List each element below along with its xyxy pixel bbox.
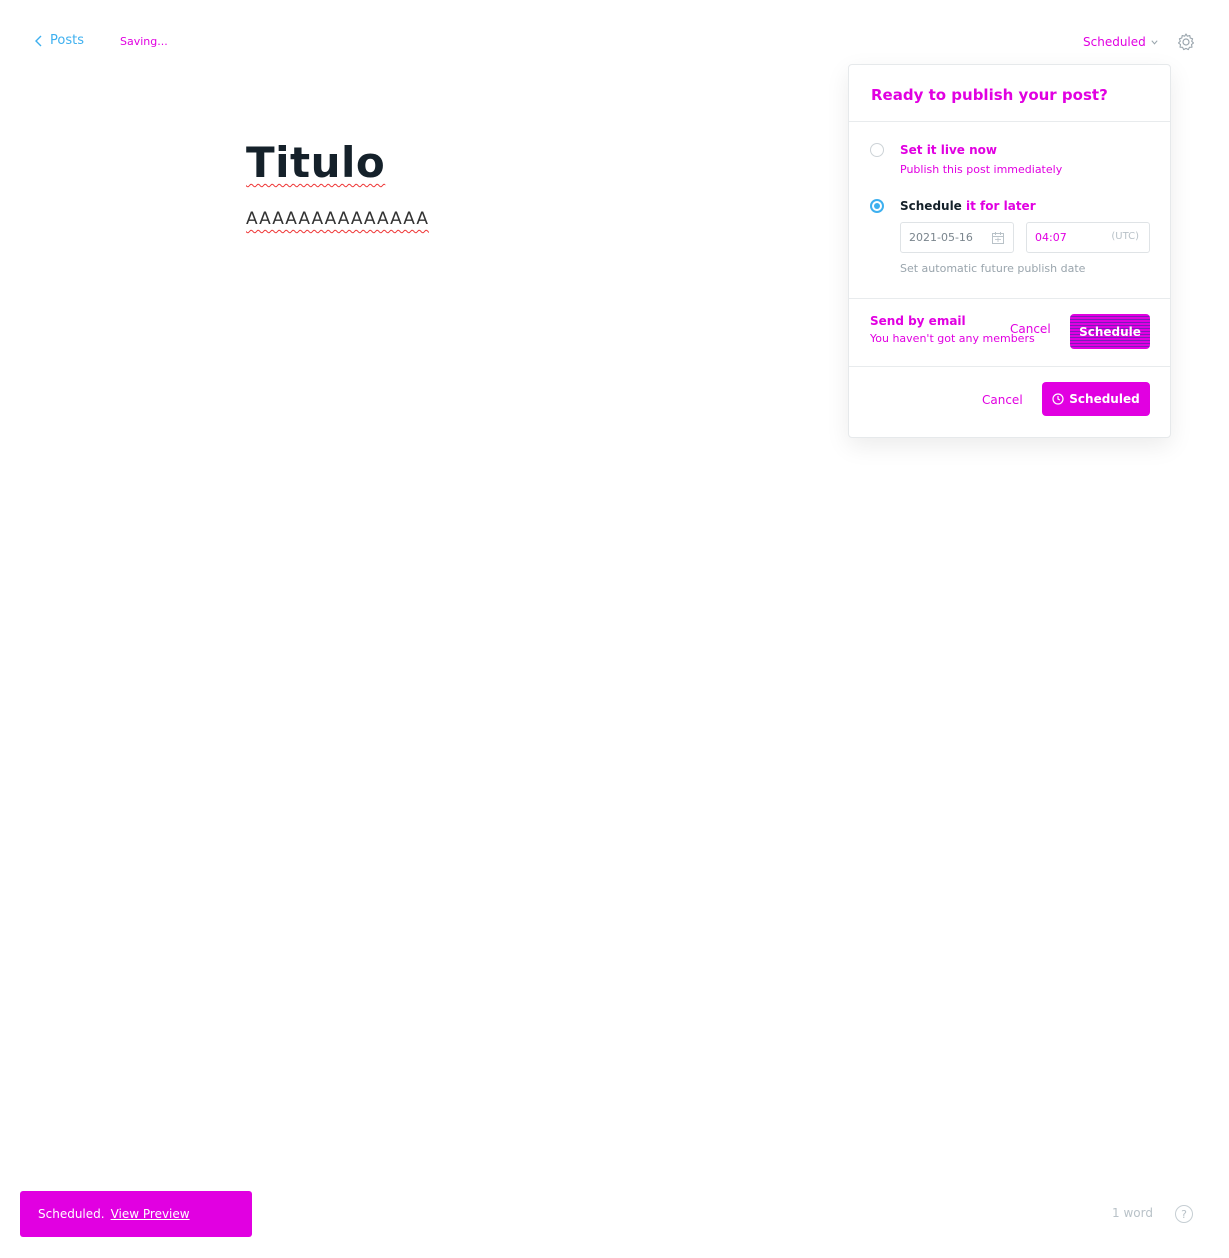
scheduled-notification: Scheduled. View Preview: [20, 1191, 252, 1237]
scheduled-button[interactable]: Scheduled: [1042, 382, 1150, 416]
post-body[interactable]: AAAAAAAAAAAAAA: [246, 209, 806, 229]
radio-schedule[interactable]: [870, 199, 884, 213]
word-count: 1 word: [1112, 1206, 1153, 1220]
calendar-icon[interactable]: [991, 231, 1005, 245]
settings-button[interactable]: [1176, 32, 1196, 52]
chevron-down-icon: [1151, 39, 1158, 45]
back-link-label: Posts: [50, 33, 84, 48]
editor-canvas[interactable]: Titulo AAAAAAAAAAAAAA: [246, 138, 806, 229]
post-status-label: Scheduled: [1083, 35, 1146, 49]
send-by-email-section: Send by email You haven't got any member…: [849, 299, 1170, 367]
publish-time-input[interactable]: 04:07 (UTC): [1026, 222, 1150, 253]
email-title: Send by email: [870, 314, 966, 328]
notification-text: Scheduled.: [38, 1207, 105, 1221]
email-schedule-button[interactable]: Schedule: [1070, 314, 1150, 349]
scheduled-button-label: Scheduled: [1069, 392, 1140, 406]
save-status-text: Saving...: [120, 35, 168, 48]
schedule-title-suffix: it for later: [966, 199, 1036, 213]
gear-icon: [1177, 33, 1195, 51]
publish-menu-heading: Ready to publish your post?: [849, 65, 1170, 122]
back-to-posts-link[interactable]: Posts: [34, 33, 84, 48]
publish-menu-footer: Cancel Scheduled: [849, 367, 1170, 437]
publish-menu: Ready to publish your post? Set it live …: [848, 64, 1171, 438]
email-cancel-button[interactable]: Cancel: [1010, 322, 1051, 336]
post-title[interactable]: Titulo: [246, 138, 806, 187]
date-value: 2021-05-16: [909, 231, 973, 244]
view-preview-link[interactable]: View Preview: [111, 1207, 190, 1221]
cancel-button[interactable]: Cancel: [982, 393, 1023, 407]
option-set-live-title[interactable]: Set it live now: [900, 143, 997, 157]
schedule-title-prefix: Schedule: [900, 199, 962, 213]
time-value: 04:07: [1035, 231, 1067, 244]
radio-set-live-now[interactable]: [870, 143, 884, 157]
option-set-live-description: Publish this post immediately: [900, 163, 1063, 176]
publish-options: Set it live now Publish this post immedi…: [849, 122, 1170, 299]
chevron-left-icon: [35, 35, 42, 46]
timezone-label: (UTC): [1111, 231, 1139, 242]
option-schedule-title[interactable]: Schedule it for later: [900, 199, 1036, 213]
publish-menu-trigger[interactable]: Scheduled: [1083, 35, 1159, 49]
publish-date-input[interactable]: 2021-05-16: [900, 222, 1014, 253]
schedule-hint: Set automatic future publish date: [900, 262, 1086, 275]
clock-icon: [1052, 393, 1064, 405]
help-button[interactable]: ?: [1175, 1205, 1193, 1223]
